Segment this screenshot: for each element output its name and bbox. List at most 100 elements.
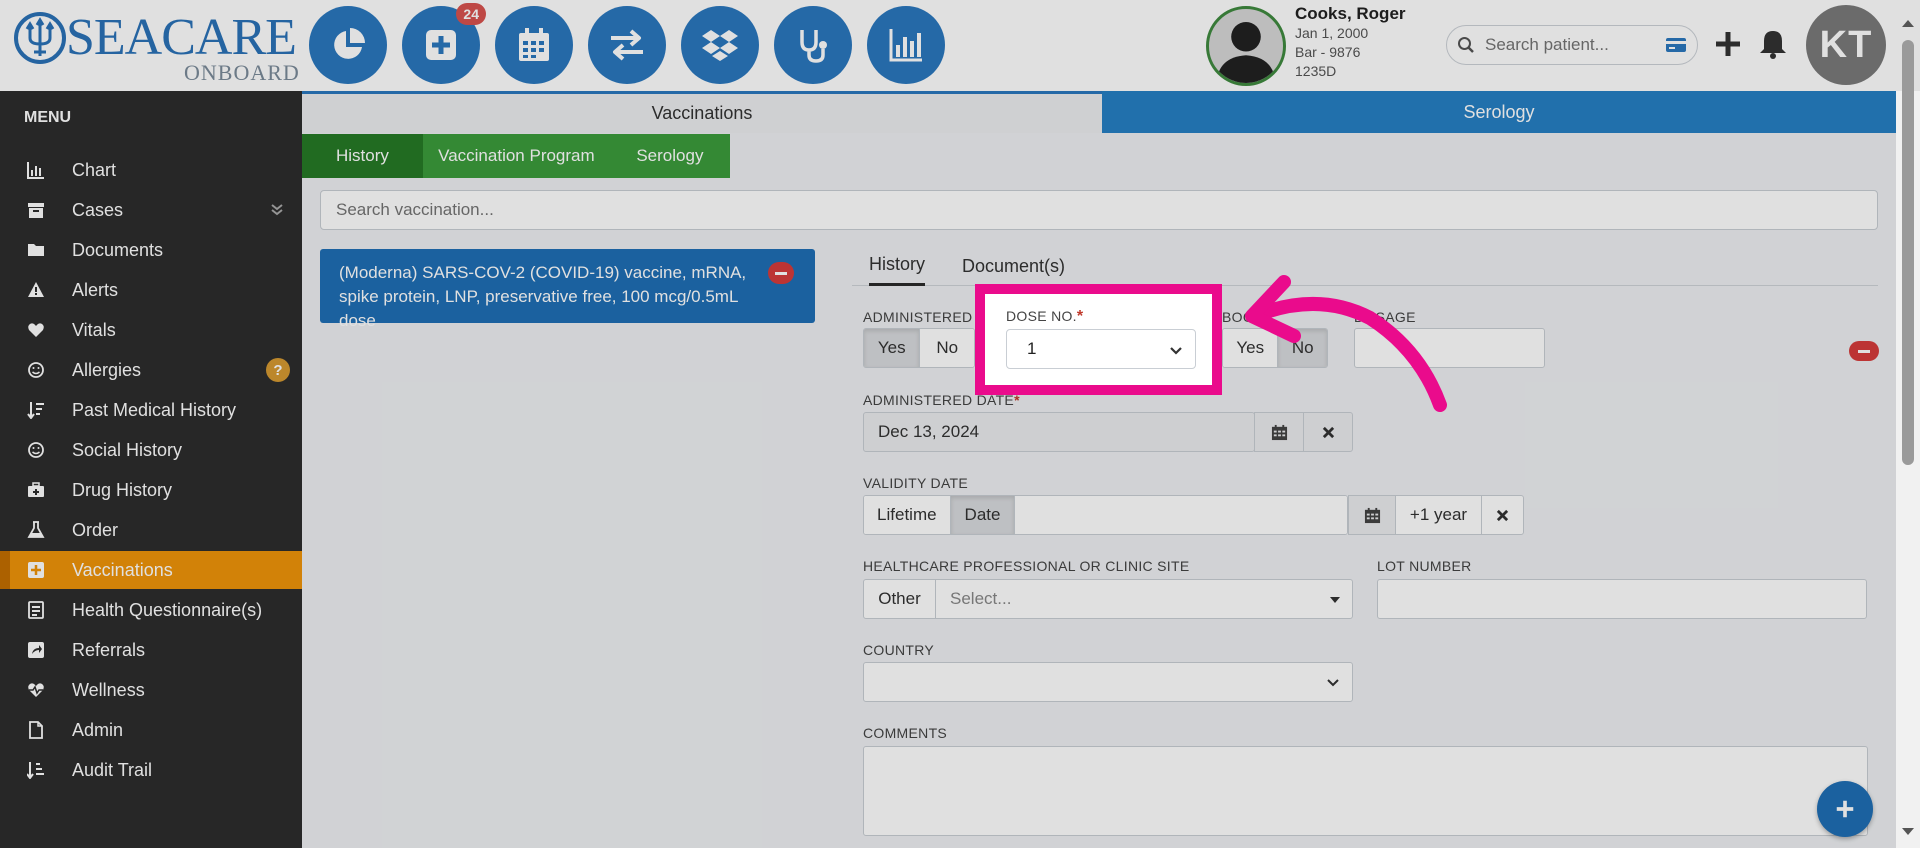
sidebar-item-label: Wellness [72,679,145,700]
comments-textarea[interactable] [863,746,1868,836]
tab-serology[interactable]: Serology [1102,91,1896,133]
sidebar-item-cases[interactable]: Cases [0,191,302,229]
sidebar-item-wellness[interactable]: Wellness [0,671,302,709]
booster-yes-button[interactable]: Yes [1223,329,1279,367]
sidebar-item-label: Social History [72,439,183,460]
sidebar-item-vitals[interactable]: Vitals [0,311,302,349]
logo-text: SEACARE [66,9,297,66]
add-vaccination-button[interactable] [1817,781,1873,837]
sidebar-item-order[interactable]: Order [0,511,302,549]
sidebar-item-chart[interactable]: Chart [0,151,302,189]
sidebar-item-admin[interactable]: Admin [0,711,302,749]
warning-icon [26,280,46,300]
trident-icon [14,12,66,64]
plus-one-year-button[interactable]: +1 year [1395,495,1482,535]
administered-date-calendar-button[interactable] [1254,412,1304,452]
country-select[interactable] [863,662,1353,702]
sidebar-item-social-history[interactable]: Social History [0,431,302,469]
folder-icon [26,240,46,260]
vaccination-search-input[interactable] [320,190,1878,230]
nav-dashboard-button[interactable] [309,6,387,84]
sidebar-item-label: Health Questionnaire(s) [72,599,263,620]
administered-no-button[interactable]: No [920,329,974,367]
subtab-history[interactable]: History [302,134,423,178]
dosage-input[interactable] [1354,328,1545,368]
booster-label: BOOS [1222,309,1264,325]
detail-tab-history[interactable]: History [869,246,926,286]
patient-search-box [1446,25,1698,65]
nav-calendar-button[interactable] [495,6,573,84]
detail-tab-documents[interactable]: Document(s) [962,246,1065,286]
sidebar-item-documents[interactable]: Documents [0,231,302,269]
sidebar-item-drug-history[interactable]: Drug History [0,471,302,509]
lot-number-label: LOT NUMBER [1377,558,1472,574]
healthcare-professional-label: HEALTHCARE PROFESSIONAL OR CLINIC SITE [863,558,1190,574]
seacare-logo[interactable]: SEACARE ONBOARD [14,9,299,85]
subtab-serology[interactable]: Serology [609,134,730,178]
validity-date-input[interactable] [1015,496,1347,534]
nav-add-case-button[interactable]: 24 [402,3,486,84]
plus-square-icon [26,560,46,580]
detail-tabs: History Document(s) [852,246,1878,286]
dosage-label: DOSAGE [1354,309,1416,325]
sidebar-item-alerts[interactable]: Alerts [0,271,302,309]
allergies-help-badge[interactable]: ? [266,358,290,382]
sidebar-item-allergies[interactable]: Allergies ? [0,351,302,389]
sidebar-item-label: Vaccinations [72,559,173,580]
remove-row-button[interactable] [1849,341,1879,361]
bell-icon[interactable] [1758,28,1788,60]
nav-reports-button[interactable] [867,6,945,84]
validity-lifetime-button[interactable]: Lifetime [864,496,951,534]
sidebar-item-health-questionnaire[interactable]: Health Questionnaire(s) [0,591,302,629]
validity-date-label: VALIDITY DATE [863,475,969,491]
booster-toggle: Yes No [1222,328,1328,368]
scroll-up-arrow-icon[interactable] [1902,20,1914,27]
patient-code: 1235D [1295,63,1337,79]
hcp-other-button[interactable]: Other [863,579,936,619]
dose-no-select[interactable]: 1 [1006,329,1196,369]
sidebar-item-label: Audit Trail [72,759,153,780]
hcp-select[interactable]: Select... [935,579,1353,619]
scrollbar-thumb[interactable] [1902,40,1914,465]
add-icon[interactable] [1712,28,1744,60]
patient-avatar[interactable] [1206,6,1286,86]
sidebar-item-audit-trail[interactable]: Audit Trail [0,751,302,789]
sidebar-item-vaccinations[interactable]: Vaccinations [0,551,302,589]
vaccine-list-item[interactable]: (Moderna) SARS-COV-2 (COVID-19) vaccine,… [320,249,815,330]
sidebar: MENU Chart Cases Documents Alerts Vitals… [0,91,302,848]
id-card-icon[interactable] [1665,37,1687,53]
sidebar-item-referrals[interactable]: Referrals [0,631,302,669]
validity-date-calendar-button[interactable] [1348,495,1396,535]
administered-date-clear-button[interactable] [1303,412,1353,452]
lot-number-input[interactable] [1377,579,1867,619]
patient-search-input[interactable] [1485,35,1655,55]
list-icon [26,760,46,780]
sidebar-item-past-medical-history[interactable]: Past Medical History [0,391,302,429]
sidebar-item-label: Documents [72,239,164,260]
archive-icon [26,200,46,220]
validity-date-clear-button[interactable] [1481,495,1524,535]
stethoscope-icon [800,30,827,63]
patient-bar: Bar - 9876 [1295,44,1361,60]
administered-date-input[interactable]: Dec 13, 2024 [863,412,1255,452]
tab-vaccinations[interactable]: Vaccinations [302,91,1102,133]
administered-yes-button[interactable]: Yes [864,329,921,367]
validity-date-button[interactable]: Date [950,496,1016,534]
nav-dropbox-button[interactable] [681,6,759,84]
sidebar-item-label: Chart [72,159,117,180]
user-avatar[interactable]: KT [1806,5,1886,85]
sidebar-item-label: Allergies [72,359,142,380]
close-icon [1496,509,1509,521]
nav-medical-button[interactable] [774,6,852,84]
scroll-down-arrow-icon[interactable] [1902,828,1914,835]
remove-vaccine-button[interactable] [768,262,794,284]
sidebar-item-label: Admin [72,719,124,740]
booster-no-button[interactable]: No [1278,329,1327,367]
plus-icon [1836,800,1854,818]
nav-transfer-button[interactable] [588,6,666,84]
caret-down-icon [1330,597,1340,603]
comments-label: COMMENTS [863,725,948,741]
chevron-double-down-icon[interactable] [270,203,284,217]
bar-chart-icon [889,29,922,62]
subtab-vaccination-program[interactable]: Vaccination Program [422,134,610,178]
